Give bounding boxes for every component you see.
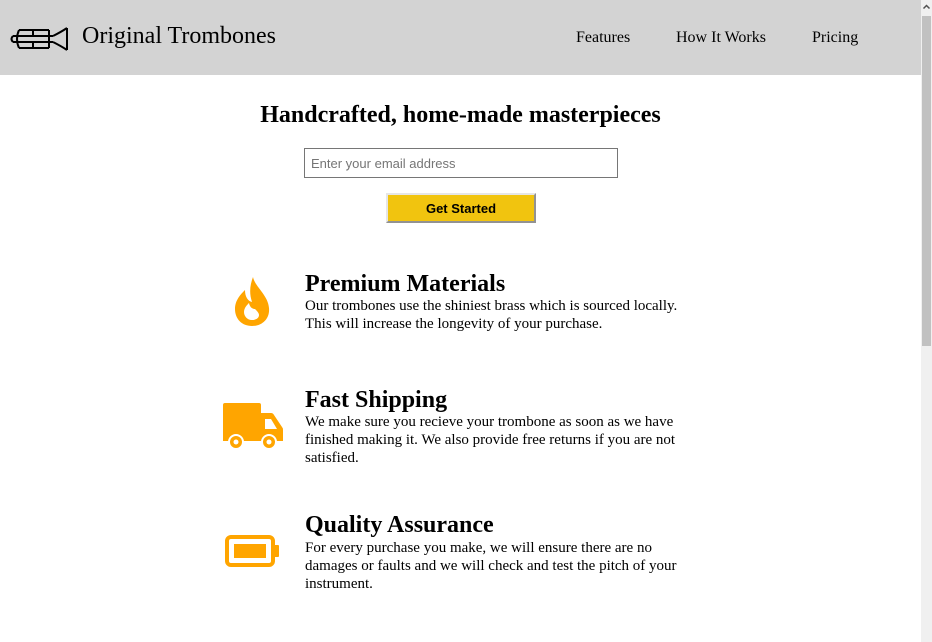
email-input[interactable] — [304, 148, 618, 178]
truck-icon — [223, 403, 283, 450]
feature-text-premium-materials: Our trombones use the shiniest brass whi… — [305, 298, 678, 332]
feature-title-quality-assurance: Quality Assurance — [305, 512, 494, 538]
feature-title-fast-shipping: Fast Shipping — [305, 387, 448, 413]
nav-link-features[interactable]: Features — [576, 28, 630, 48]
scroll-up-arrow-icon[interactable] — [921, 0, 932, 14]
brand-name: Original Trombones — [82, 23, 277, 49]
scrollbar-thumb[interactable] — [922, 16, 931, 346]
vertical-scrollbar[interactable] — [921, 0, 932, 642]
feature-text-quality-assurance: For every purchase you make, we will ens… — [305, 540, 677, 592]
feature-title-premium-materials: Premium Materials — [305, 271, 506, 297]
trombone-icon — [10, 27, 68, 51]
landing-page: Original Trombones Features How It Works… — [0, 0, 921, 642]
feature-text-fast-shipping: We make sure you recieve your trombone a… — [305, 414, 676, 466]
fire-icon — [235, 277, 270, 326]
nav-link-how-it-works[interactable]: How It Works — [676, 28, 766, 48]
hero-title: Handcrafted, home-made masterpieces — [260, 102, 661, 128]
nav-link-pricing[interactable]: Pricing — [812, 28, 858, 48]
site-header: Original Trombones Features How It Works… — [0, 0, 921, 75]
battery-icon — [225, 535, 279, 567]
get-started-button[interactable]: Get Started — [386, 193, 536, 223]
